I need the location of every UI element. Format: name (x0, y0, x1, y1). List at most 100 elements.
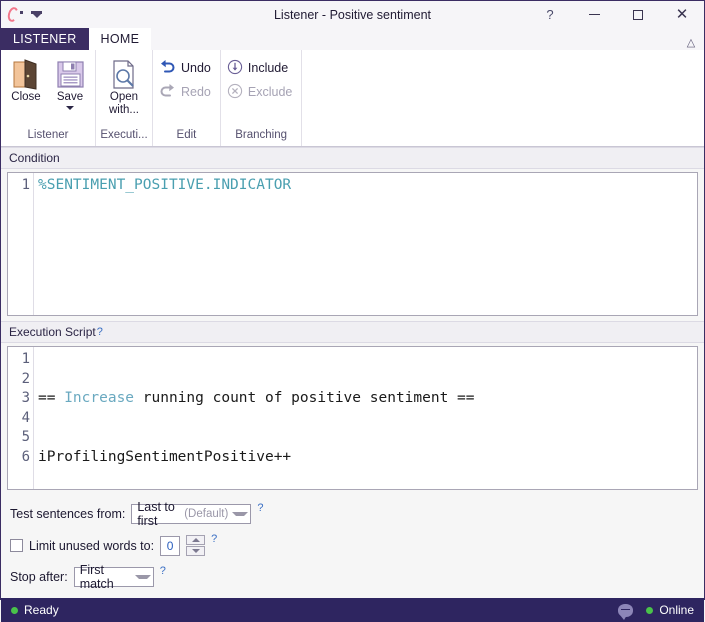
ribbon: Close Save (1, 50, 704, 147)
status-right-group: Online (618, 603, 694, 617)
ribbon-group-edit-label: Edit (156, 129, 217, 146)
options-panel: Test sentences from: Last to first (Defa… (1, 495, 704, 598)
redo-button[interactable]: Redo (156, 81, 217, 103)
test-sentences-label: Test sentences from: (10, 507, 125, 521)
ribbon-group-execution: Open with... Executi... (96, 50, 153, 146)
execution-script-editor[interactable]: 1 2 3 4 5 6 == Increase running count of… (7, 346, 698, 490)
line-number: 5 (8, 428, 30, 448)
limit-unused-words-input[interactable]: 0 (160, 536, 180, 556)
ribbon-group-branching: Include Exclude Branching (221, 50, 302, 146)
condition-editor-container: 1 %SENTIMENT_POSITIVE.INDICATOR (1, 169, 704, 321)
undo-arrow-icon (159, 59, 176, 77)
open-with-button-label: Open with... (100, 91, 148, 117)
condition-section-label: Condition (1, 147, 704, 169)
line-number: 1 (8, 176, 30, 196)
chat-bubble-icon[interactable] (618, 604, 633, 617)
save-dropdown-caret-icon[interactable] (66, 106, 74, 110)
title-bar: Listener - Positive sentiment ? ✕ (1, 1, 704, 28)
condition-label-text: Condition (9, 151, 60, 165)
status-ready-group: Ready (11, 603, 59, 617)
exclude-button-label: Exclude (248, 85, 292, 99)
test-sentences-help-icon[interactable]: ? (257, 502, 263, 514)
limit-unused-words-stepper[interactable] (186, 535, 205, 556)
ready-status-led-icon (11, 607, 18, 614)
tab-listener-label: LISTENER (13, 32, 77, 46)
stop-after-value: First match (80, 563, 131, 591)
condition-gutter: 1 (8, 173, 34, 315)
redo-button-label: Redo (181, 85, 211, 99)
circle-arrow-down-icon (227, 59, 243, 78)
stepper-up-button[interactable] (186, 535, 205, 545)
test-sentences-value: Last to first (137, 500, 180, 528)
minimize-button[interactable] (572, 1, 616, 28)
help-button[interactable]: ? (528, 1, 572, 28)
line-number: 3 (8, 389, 30, 409)
tab-home-label: HOME (101, 32, 140, 46)
line-number: 2 (8, 370, 30, 390)
stop-after-select[interactable]: First match (74, 567, 154, 587)
ribbon-collapse-icon[interactable]: △ (678, 28, 704, 50)
condition-line-1: %SENTIMENT_POSITIVE.INDICATOR (38, 177, 291, 193)
triangle-down-icon (192, 549, 200, 553)
quick-access-toolbar (1, 7, 43, 23)
stop-after-help-icon[interactable]: ? (160, 565, 166, 577)
document-search-icon (110, 57, 138, 91)
save-button-label: Save (57, 91, 83, 104)
condition-code[interactable]: %SENTIMENT_POSITIVE.INDICATOR (34, 173, 697, 315)
ribbon-group-listener: Close Save (1, 50, 96, 146)
condition-editor[interactable]: 1 %SENTIMENT_POSITIVE.INDICATOR (7, 172, 698, 316)
undo-button[interactable]: Undo (156, 57, 217, 79)
tab-home[interactable]: HOME (89, 28, 152, 50)
ribbon-group-branching-label: Branching (224, 129, 298, 146)
execution-script-help-icon[interactable]: ? (97, 326, 103, 338)
execution-script-label-text: Execution Script (9, 325, 96, 339)
stepper-down-button[interactable] (186, 546, 205, 556)
test-sentences-default-note: (Default) (184, 508, 228, 520)
execution-script-gutter: 1 2 3 4 5 6 (8, 347, 34, 489)
exclude-button[interactable]: Exclude (224, 81, 298, 103)
script-line-1: == Increase running count of positive se… (38, 389, 697, 409)
ribbon-group-edit: Undo Redo Edit (153, 50, 221, 146)
window-controls: ? ✕ (528, 1, 704, 28)
include-button[interactable]: Include (224, 57, 298, 79)
ribbon-group-execution-label: Executi... (99, 129, 149, 146)
ready-status-label: Ready (24, 603, 59, 617)
limit-unused-words-label: Limit unused words to: (29, 539, 154, 553)
triangle-up-icon (192, 538, 200, 542)
maximize-button[interactable] (616, 1, 660, 28)
status-bar: Ready Online (1, 598, 704, 622)
line-number: 4 (8, 409, 30, 429)
stop-after-row: Stop after: First match ? (10, 567, 704, 587)
app-logo-icon (7, 7, 23, 23)
limit-unused-words-checkbox[interactable] (10, 539, 23, 552)
line-number: 6 (8, 448, 30, 468)
application-window: Listener - Positive sentiment ? ✕ LISTEN… (0, 0, 705, 600)
stop-after-label: Stop after: (10, 570, 68, 584)
include-button-label: Include (248, 61, 288, 75)
maximize-icon (633, 10, 643, 20)
ribbon-tab-strip: LISTENER HOME △ (1, 28, 704, 50)
execution-script-section-label: Execution Script? (1, 321, 704, 343)
test-sentences-select[interactable]: Last to first (Default) (131, 504, 251, 524)
help-icon: ? (546, 7, 553, 22)
execution-script-code[interactable]: == Increase running count of positive se… (34, 347, 697, 489)
line-number: 1 (8, 350, 30, 370)
save-button[interactable]: Save (48, 54, 92, 110)
close-icon: ✕ (676, 7, 689, 22)
floppy-disk-icon (56, 57, 85, 91)
chevron-down-icon (232, 512, 248, 516)
limit-unused-words-help-icon[interactable]: ? (211, 533, 217, 545)
limit-unused-words-row: Limit unused words to: 0 ? (10, 535, 704, 556)
open-with-button[interactable]: Open with... (99, 54, 149, 117)
online-status-label: Online (659, 603, 694, 617)
tab-listener[interactable]: LISTENER (1, 28, 89, 50)
redo-arrow-icon (159, 83, 176, 101)
close-window-button[interactable]: ✕ (660, 1, 704, 28)
test-sentences-row: Test sentences from: Last to first (Defa… (10, 504, 704, 524)
online-status-led-icon (646, 607, 653, 614)
door-open-icon (11, 57, 41, 91)
close-button[interactable]: Close (4, 54, 48, 104)
execution-script-editor-container: 1 2 3 4 5 6 == Increase running count of… (1, 343, 704, 495)
quick-access-caret-icon[interactable] (30, 8, 43, 21)
ribbon-group-listener-label: Listener (4, 129, 92, 146)
